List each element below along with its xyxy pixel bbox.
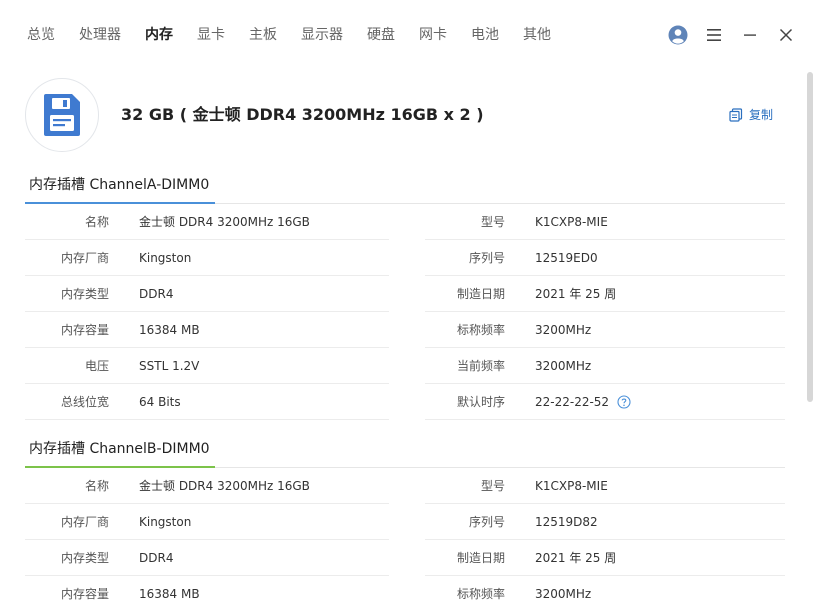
- slot-title: 内存插槽 ChannelB-DIMM0: [29, 441, 210, 457]
- spec-value: 金士顿 DDR4 3200MHz 16GB: [139, 215, 310, 229]
- top-bar: 总览 处理器 内存 显卡 主板 显示器 硬盘 网卡 电池 其他: [0, 0, 815, 70]
- spec-row: 内存容量 16384 MB: [25, 312, 389, 348]
- spec-value: DDR4: [139, 550, 174, 565]
- slot-header: 内存插槽 ChannelA-DIMM0: [25, 174, 785, 204]
- spec-value: 金士顿 DDR4 3200MHz 16GB: [139, 479, 310, 493]
- spec-row: 制造日期 2021 年 25 周: [425, 540, 785, 576]
- spec-row: 内存容量 16384 MB: [25, 576, 389, 600]
- spec-value: 3200MHz: [535, 586, 592, 600]
- spec-row: 内存类型 DDR4: [25, 276, 389, 312]
- spec-label: 标称频率: [456, 587, 505, 600]
- spec-label: 制造日期: [456, 551, 505, 565]
- spec-label: 内存厂商: [60, 251, 109, 265]
- tab-battery[interactable]: 电池: [471, 25, 499, 45]
- spec-label: 内存类型: [60, 551, 109, 565]
- memory-icon-badge: [25, 78, 99, 152]
- slot-tab-underline: [25, 466, 215, 468]
- spec-row: 序列号 12519ED0: [425, 240, 785, 276]
- user-avatar-icon[interactable]: [667, 24, 689, 46]
- copy-button[interactable]: 复制: [729, 106, 773, 123]
- spec-label: 电压: [84, 359, 109, 373]
- spec-row: 制造日期 2021 年 25 周: [425, 276, 785, 312]
- spec-value: 12519D82: [535, 514, 598, 529]
- spec-label: 内存容量: [60, 323, 109, 337]
- spec-value: 3200MHz: [535, 322, 592, 337]
- tab-network[interactable]: 网卡: [419, 25, 447, 45]
- spec-row: 当前频率 3200MHz: [425, 348, 785, 384]
- spec-label: 当前频率: [456, 359, 505, 373]
- memory-summary-title: 32 GB ( 金士顿 DDR4 3200MHz 16GB x 2 ): [121, 105, 484, 124]
- spec-label: 名称: [84, 215, 109, 229]
- help-icon[interactable]: [617, 394, 631, 409]
- tab-disk[interactable]: 硬盘: [367, 25, 395, 45]
- spec-row: 总线位宽 64 Bits: [25, 384, 389, 420]
- spec-label: 制造日期: [456, 287, 505, 301]
- spec-row: 名称 金士顿 DDR4 3200MHz 16GB: [25, 468, 389, 504]
- spec-value: Kingston: [139, 250, 192, 265]
- memory-summary: 32 GB ( 金士顿 DDR4 3200MHz 16GB x 2 ) 复制: [25, 78, 785, 154]
- main-nav: 总览 处理器 内存 显卡 主板 显示器 硬盘 网卡 电池 其他: [27, 25, 575, 45]
- close-icon[interactable]: [775, 24, 797, 46]
- spec-label: 默认时序: [456, 395, 505, 409]
- spec-value: 22-22-22-52: [535, 395, 631, 409]
- minimize-icon[interactable]: [739, 24, 761, 46]
- slot-title: 内存插槽 ChannelA-DIMM0: [29, 177, 210, 193]
- spec-row: 内存厂商 Kingston: [25, 240, 389, 276]
- tab-motherboard[interactable]: 主板: [249, 25, 277, 45]
- spec-value: K1CXP8-MIE: [535, 214, 608, 229]
- timing-value: 22-22-22-52: [535, 394, 610, 409]
- spec-value: 16384 MB: [139, 322, 200, 337]
- spec-value: 64 Bits: [139, 394, 181, 409]
- spec-value: 2021 年 25 周: [535, 287, 617, 301]
- spec-label: 内存类型: [60, 287, 109, 301]
- tab-other[interactable]: 其他: [523, 25, 551, 45]
- tab-overview[interactable]: 总览: [27, 25, 55, 45]
- spec-value: 2021 年 25 周: [535, 551, 617, 565]
- spec-label: 序列号: [468, 251, 505, 265]
- menu-icon[interactable]: [703, 24, 725, 46]
- spec-value: 3200MHz: [535, 358, 592, 373]
- spec-value: DDR4: [139, 286, 174, 301]
- spec-row: 序列号 12519D82: [425, 504, 785, 540]
- spec-label: 标称频率: [456, 323, 505, 337]
- spec-label: 名称: [84, 479, 109, 493]
- memory-slot-b: 内存插槽 ChannelB-DIMM0 名称 金士顿 DDR4 3200MHz 1…: [25, 438, 785, 600]
- spec-row: 内存厂商 Kingston: [25, 504, 389, 540]
- slot-header: 内存插槽 ChannelB-DIMM0: [25, 438, 785, 468]
- spec-value: 16384 MB: [139, 586, 200, 600]
- memory-module-icon: [44, 94, 80, 136]
- spec-row: 默认时序 22-22-22-52: [425, 384, 785, 420]
- spec-value: Kingston: [139, 514, 192, 529]
- spec-row: 型号 K1CXP8-MIE: [425, 468, 785, 504]
- window-controls: [653, 24, 797, 46]
- spec-row: 型号 K1CXP8-MIE: [425, 204, 785, 240]
- tab-memory[interactable]: 内存: [145, 25, 173, 45]
- spec-value: K1CXP8-MIE: [535, 478, 608, 493]
- slot-tab-underline: [25, 202, 215, 204]
- spec-label: 总线位宽: [60, 395, 109, 409]
- spec-label: 型号: [480, 215, 505, 229]
- copy-icon: [729, 107, 743, 122]
- spec-row: 内存类型 DDR4: [25, 540, 389, 576]
- spec-label: 型号: [480, 479, 505, 493]
- tab-monitor[interactable]: 显示器: [301, 25, 343, 45]
- spec-row: 电压 SSTL 1.2V: [25, 348, 389, 384]
- spec-row: 标称频率 3200MHz: [425, 312, 785, 348]
- copy-label: 复制: [748, 108, 773, 122]
- spec-value: SSTL 1.2V: [139, 358, 200, 373]
- memory-slot-a: 内存插槽 ChannelA-DIMM0 名称 金士顿 DDR4 3200MHz 1…: [25, 174, 785, 420]
- spec-value: 12519ED0: [535, 250, 598, 265]
- spec-row: 标称频率 3200MHz: [425, 576, 785, 600]
- spec-row: 名称 金士顿 DDR4 3200MHz 16GB: [25, 204, 389, 240]
- tab-processor[interactable]: 处理器: [79, 25, 121, 45]
- tab-graphics[interactable]: 显卡: [197, 25, 225, 45]
- spec-label: 内存容量: [60, 587, 109, 600]
- spec-label: 内存厂商: [60, 515, 109, 529]
- spec-label: 序列号: [468, 515, 505, 529]
- vertical-scrollbar[interactable]: [807, 72, 813, 402]
